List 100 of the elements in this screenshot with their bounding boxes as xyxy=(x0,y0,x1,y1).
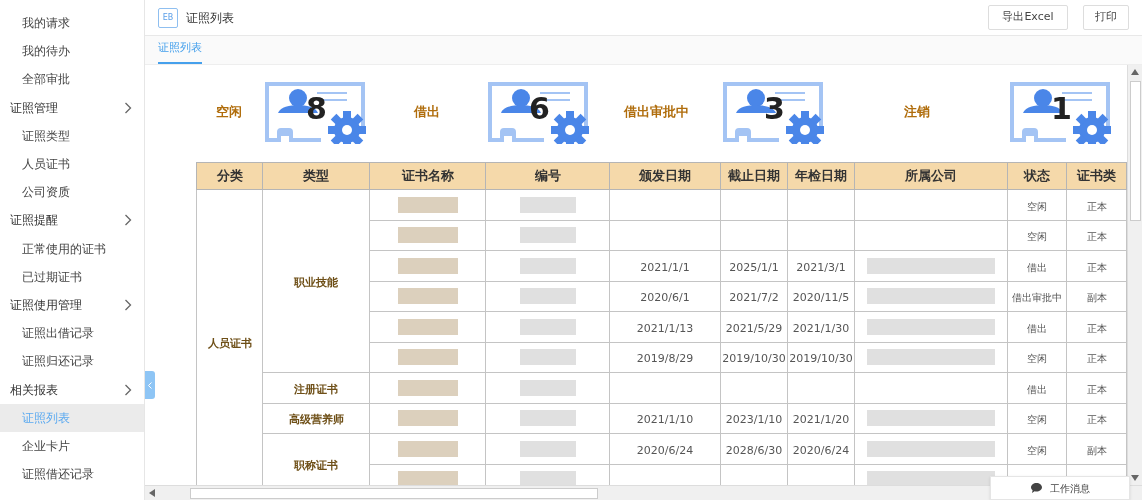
sidebar-item[interactable]: 证照提醒 xyxy=(0,206,144,235)
table-cell-text: 2021/5/29 xyxy=(725,321,783,335)
redacted-block xyxy=(519,471,576,485)
table-cell-text: 2023/1/10 xyxy=(725,413,783,427)
type-label: 职称证书 xyxy=(294,459,338,472)
table-cell-text: 空闲 xyxy=(1027,231,1047,243)
table-cell-text: 2020/11/5 xyxy=(792,291,850,305)
sidebar-item[interactable]: 我的请求 xyxy=(0,9,144,38)
sidebar-item[interactable]: 企业卡片 xyxy=(0,431,144,460)
column-header: 截止日期 xyxy=(720,162,788,190)
sidebar-item[interactable]: 人员证书 xyxy=(0,149,144,179)
sidebar-item[interactable]: 已过期证书 xyxy=(0,262,144,291)
table-cell-text: 2019/10/30 xyxy=(722,352,786,366)
redacted-block xyxy=(397,196,458,213)
sidebar-item[interactable]: 证照类型 xyxy=(0,121,144,150)
sidebar-item[interactable]: 我的待办 xyxy=(0,37,144,66)
table-cell-text: 2020/6/24 xyxy=(792,443,850,457)
redacted-block xyxy=(519,196,576,213)
table-cell-text: 2020/6/24 xyxy=(636,443,694,457)
table-cell-text: 借出 xyxy=(1027,261,1047,273)
table-cell-text: 空闲 xyxy=(1027,200,1047,212)
header-button[interactable]: 打印 xyxy=(1083,5,1129,30)
collapse-handle[interactable] xyxy=(145,371,155,399)
table-cell-text: 2025/1/1 xyxy=(729,260,779,274)
redacted-block xyxy=(397,349,458,366)
stat-label: 注销 xyxy=(903,103,931,122)
table-cell-text: 2021/1/1 xyxy=(640,260,690,274)
sidebar-item[interactable]: 相关报表 xyxy=(0,375,144,404)
type-label: 职业技能 xyxy=(294,276,338,289)
redacted-block xyxy=(519,257,576,274)
stat-label: 借出 xyxy=(412,103,441,122)
table-cell-text: 借出 xyxy=(1027,383,1047,395)
sidebar-item[interactable]: 全部审批 xyxy=(0,65,144,94)
table-cell-text: 2021/3/1 xyxy=(796,260,846,274)
column-header: 所属公司 xyxy=(854,162,1008,190)
chevron-left-icon xyxy=(148,381,152,389)
redacted-block xyxy=(519,288,576,305)
sidebar-item[interactable]: 证照借还记录 xyxy=(0,460,144,489)
table-cell-text: 正本 xyxy=(1086,414,1107,426)
column-header: 编号 xyxy=(485,162,610,190)
chevron-right-icon xyxy=(124,214,132,227)
certificate-icon xyxy=(262,80,369,144)
table-cell-text: 借出 xyxy=(1027,322,1047,334)
table-cell-text: 正本 xyxy=(1086,383,1107,395)
table-cell-text: 副本 xyxy=(1086,444,1107,456)
table-cell-text: 正本 xyxy=(1086,231,1107,243)
redacted-block xyxy=(397,227,458,244)
certificate-icon xyxy=(720,80,827,144)
sidebar-item[interactable]: 证照管理 xyxy=(0,93,144,122)
table-cell-text: 2021/1/20 xyxy=(792,413,850,427)
stat-count: 8 xyxy=(306,94,327,124)
stat-count: 1 xyxy=(1051,94,1072,124)
column-header: 颁发日期 xyxy=(609,162,721,190)
sidebar-item[interactable]: 证照使用管理 xyxy=(0,290,144,320)
certificate-icon xyxy=(1007,80,1114,144)
table-cell-text: 2020/6/1 xyxy=(640,291,690,305)
table-cell-text: 2021/7/2 xyxy=(729,291,779,305)
certificate-icon xyxy=(485,80,592,144)
stat-count: 6 xyxy=(529,94,550,124)
column-header: 证书名称 xyxy=(369,162,486,190)
scroll-up-icon[interactable] xyxy=(1131,69,1139,75)
redacted-block xyxy=(397,288,458,305)
scroll-left-icon[interactable] xyxy=(149,489,155,497)
stat-label: 借出审批中 xyxy=(622,103,690,122)
table-cell-text: 2021/1/30 xyxy=(792,321,850,335)
sidebar-item[interactable]: 公司资质 xyxy=(0,178,144,207)
type-label: 注册证书 xyxy=(294,382,338,396)
column-header: 类型 xyxy=(262,162,370,190)
redacted-block xyxy=(519,440,576,457)
column-header: 年检日期 xyxy=(787,162,855,190)
column-header: 分类 xyxy=(196,162,263,190)
app-badge: EB xyxy=(158,7,178,28)
type-label: 高级营养师 xyxy=(288,413,344,427)
table-cell-text: 正本 xyxy=(1086,261,1107,273)
table-cell-text: 空闲 xyxy=(1027,444,1047,456)
chevron-right-icon xyxy=(124,101,132,114)
column-header: 状态 xyxy=(1007,162,1067,190)
vertical-scrollbar[interactable] xyxy=(1127,65,1142,485)
table-cell-text: 2021/1/10 xyxy=(636,413,694,427)
chevron-right-icon xyxy=(124,383,132,396)
redacted-block xyxy=(519,318,576,335)
table-cell-text: 正本 xyxy=(1086,353,1107,365)
chat-bubble-icon xyxy=(1030,483,1042,493)
scroll-down-icon[interactable] xyxy=(1131,475,1139,481)
scrollbar-thumb[interactable] xyxy=(190,487,598,499)
redacted-block xyxy=(519,379,576,396)
scrollbar-thumb[interactable] xyxy=(1129,81,1141,221)
redacted-block xyxy=(519,410,576,427)
redacted-block xyxy=(519,227,576,244)
table-cell-text: 空闲 xyxy=(1027,414,1047,426)
message-widget[interactable]: 工作消息 xyxy=(990,476,1130,500)
table-cell-text: 2019/8/29 xyxy=(636,352,694,366)
header-button[interactable]: 导出Excel xyxy=(988,5,1068,30)
sidebar-item[interactable]: 证照归还记录 xyxy=(0,347,144,376)
table-cell-text: 借出审批中 xyxy=(1012,292,1062,304)
redacted-block xyxy=(397,318,458,335)
table-cell-text: 正本 xyxy=(1086,322,1107,334)
sidebar-item[interactable]: 证照出借记录 xyxy=(0,319,144,348)
table-cell-text: 2028/6/30 xyxy=(725,443,783,457)
sidebar-item[interactable]: 正常使用的证书 xyxy=(0,234,144,263)
